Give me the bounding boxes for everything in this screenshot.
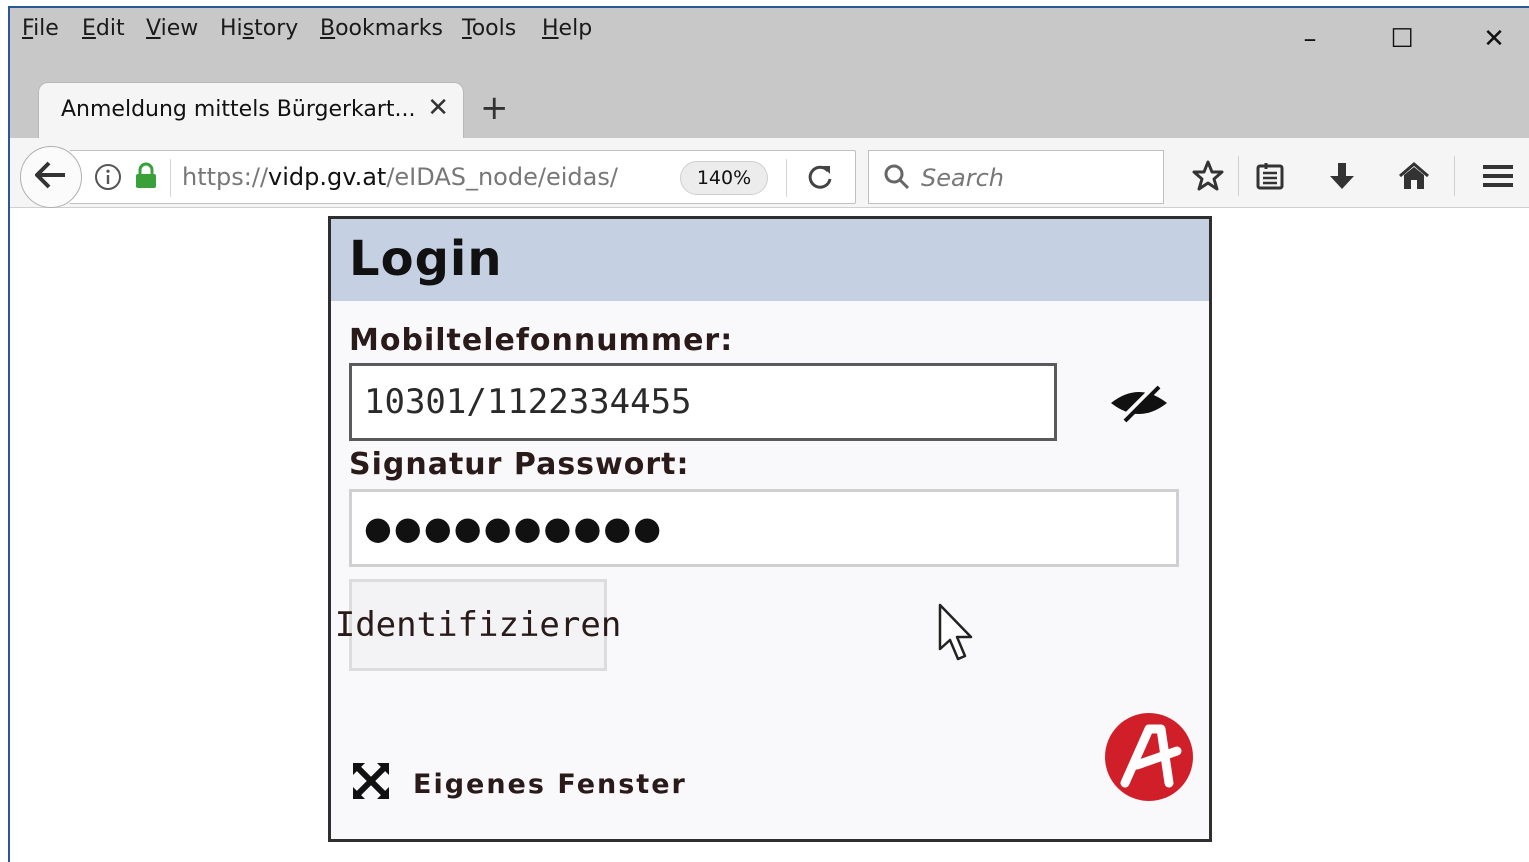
url-separator bbox=[786, 159, 787, 197]
page-title: Login bbox=[349, 231, 503, 287]
expand-window-icon[interactable] bbox=[351, 761, 391, 805]
identify-button[interactable]: Identifizieren bbox=[335, 579, 621, 671]
buergerkarte-a-logo bbox=[1103, 711, 1195, 807]
close-window-button[interactable]: ✕ bbox=[1474, 24, 1514, 54]
page-content: Login Mobiltelefonnummer: Signatur Passw… bbox=[10, 208, 1529, 862]
home-icon[interactable] bbox=[1394, 158, 1434, 194]
tab-active[interactable]: Anmeldung mittels Bürgerkart... ✕ bbox=[38, 82, 464, 140]
new-tab-button[interactable]: + bbox=[480, 88, 509, 128]
login-header: Login bbox=[331, 219, 1209, 301]
mouse-cursor-icon bbox=[937, 603, 977, 669]
reload-icon[interactable] bbox=[804, 161, 836, 197]
back-icon bbox=[35, 161, 67, 193]
login-panel: Login Mobiltelefonnummer: Signatur Passw… bbox=[328, 216, 1212, 842]
minimize-button[interactable]: – bbox=[1290, 24, 1330, 54]
zoom-indicator[interactable]: 140% bbox=[680, 161, 768, 195]
search-placeholder: Search bbox=[921, 164, 1004, 192]
menu-tools[interactable]: Tools bbox=[462, 16, 516, 41]
tab-close-icon[interactable]: ✕ bbox=[427, 93, 449, 123]
download-icon[interactable] bbox=[1322, 158, 1362, 194]
toolbar-separator bbox=[1238, 156, 1239, 196]
search-field[interactable]: Search bbox=[868, 150, 1164, 204]
maximize-button[interactable]: ☐ bbox=[1382, 24, 1422, 54]
menu-history[interactable]: History bbox=[220, 16, 298, 41]
tab-strip: Anmeldung mittels Bürgerkart... ✕ + bbox=[10, 52, 1529, 140]
url-text[interactable]: https://vidp.gv.at/eIDAS_node/eidas/ bbox=[182, 163, 618, 191]
password-label: Signatur Passwort: bbox=[349, 447, 690, 482]
menu-help[interactable]: Help bbox=[542, 16, 592, 41]
menu-bookmarks[interactable]: Bookmarks bbox=[320, 16, 443, 41]
phone-number-input[interactable] bbox=[349, 363, 1057, 441]
hamburger-menu-icon[interactable] bbox=[1478, 158, 1518, 194]
menu-bar: File Edit View History Bookmarks Tools H… bbox=[10, 8, 1529, 54]
url-separator bbox=[170, 159, 171, 197]
info-icon[interactable] bbox=[94, 163, 122, 195]
menu-edit[interactable]: Edit bbox=[82, 16, 125, 41]
tab-title: Anmeldung mittels Bürgerkart... bbox=[61, 97, 416, 122]
lock-icon[interactable] bbox=[134, 162, 158, 194]
menu-view[interactable]: View bbox=[146, 16, 198, 41]
toolbar-separator bbox=[1454, 156, 1455, 196]
search-icon bbox=[883, 163, 911, 195]
own-window-link[interactable]: Eigenes Fenster bbox=[413, 769, 687, 800]
back-button[interactable] bbox=[20, 146, 82, 208]
navigation-bar: https://vidp.gv.at/eIDAS_node/eidas/ 140… bbox=[10, 138, 1529, 208]
reading-list-icon[interactable] bbox=[1250, 158, 1290, 194]
hide-password-eye-icon[interactable] bbox=[1107, 379, 1171, 431]
url-bar[interactable]: https://vidp.gv.at/eIDAS_node/eidas/ 140… bbox=[70, 150, 856, 204]
star-icon[interactable] bbox=[1188, 158, 1228, 194]
menu-file[interactable]: File bbox=[22, 16, 59, 41]
signature-password-input[interactable] bbox=[349, 489, 1179, 567]
phone-label: Mobiltelefonnummer: bbox=[349, 323, 734, 358]
